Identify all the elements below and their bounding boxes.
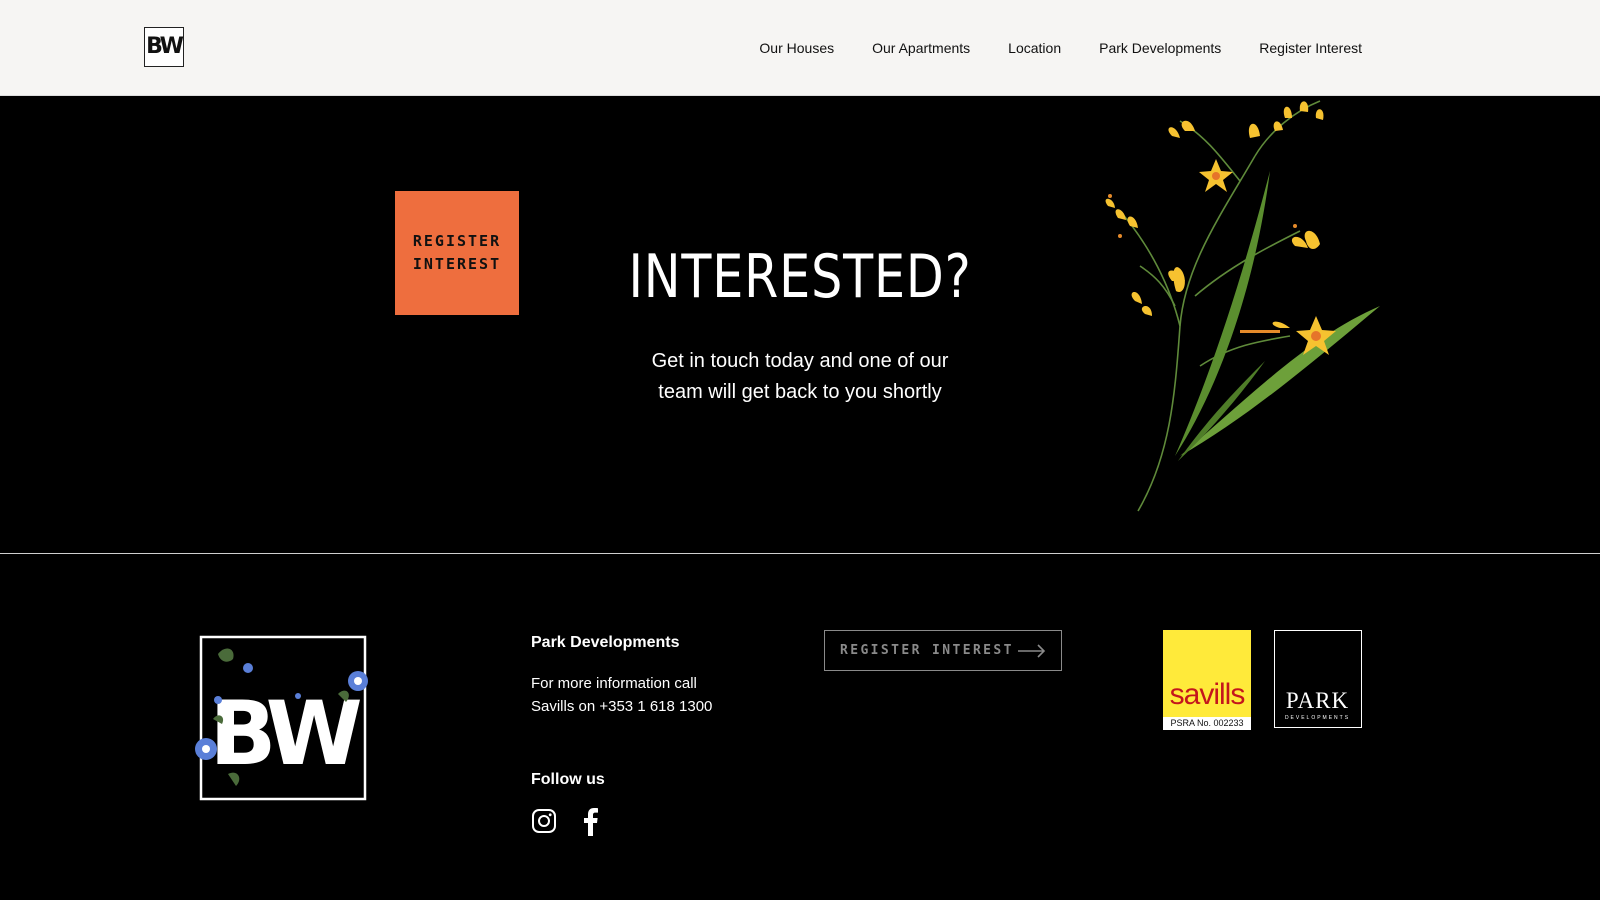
social-links [531, 806, 599, 836]
logo-text: BW [146, 34, 184, 59]
savills-logo[interactable]: savills PSRA No. 002233 [1163, 630, 1251, 730]
hero-subtitle: Get in touch today and one of our team w… [600, 346, 1000, 408]
main-nav: Our Houses Our Apartments Location Park … [759, 0, 1362, 96]
nav-our-apartments[interactable]: Our Apartments [872, 40, 970, 56]
park-word: PARK [1285, 688, 1350, 713]
nav-park-developments[interactable]: Park Developments [1099, 40, 1221, 56]
follow-title: Follow us [531, 771, 605, 788]
register-interest-button-label: REGISTER INTEREST [840, 643, 1014, 658]
company-title: Park Developments [531, 634, 680, 651]
hero-subtitle-line2: team will get back to you shortly [658, 381, 942, 403]
register-interest-button[interactable]: REGISTER INTEREST [824, 630, 1062, 671]
savills-word: savills [1169, 678, 1246, 711]
instagram-icon[interactable] [531, 808, 557, 834]
savills-psra: PSRA No. 002233 [1163, 717, 1251, 730]
arrow-right-icon [1018, 643, 1046, 658]
nav-our-houses[interactable]: Our Houses [759, 40, 834, 56]
nav-register-interest[interactable]: Register Interest [1259, 40, 1362, 56]
contact-info-line1: For more information call [531, 675, 697, 692]
site-footer: BW Park Developments For more informatio… [0, 554, 1600, 900]
nav-location[interactable]: Location [1008, 40, 1061, 56]
site-header: BW Our Houses Our Apartments Location Pa… [0, 0, 1600, 96]
hero-section: REGISTER INTEREST INTERESTED? Get in tou… [0, 96, 1600, 553]
contact-info: For more information call Savills on +35… [531, 672, 751, 718]
park-developments-logo[interactable]: PARK DEVELOPMENTS [1274, 630, 1362, 728]
park-sub: DEVELOPMENTS [1284, 715, 1351, 721]
flower-illustration [1105, 100, 1380, 512]
hero-subtitle-line1: Get in touch today and one of our [651, 350, 949, 372]
contact-info-line2: Savills on +353 1 618 1300 [531, 698, 713, 715]
bw-logo[interactable]: BW [144, 27, 184, 67]
bw-floral-logo[interactable]: BW [188, 624, 378, 804]
facebook-icon[interactable] [581, 806, 599, 836]
footer-logo-text: BW [209, 682, 360, 785]
